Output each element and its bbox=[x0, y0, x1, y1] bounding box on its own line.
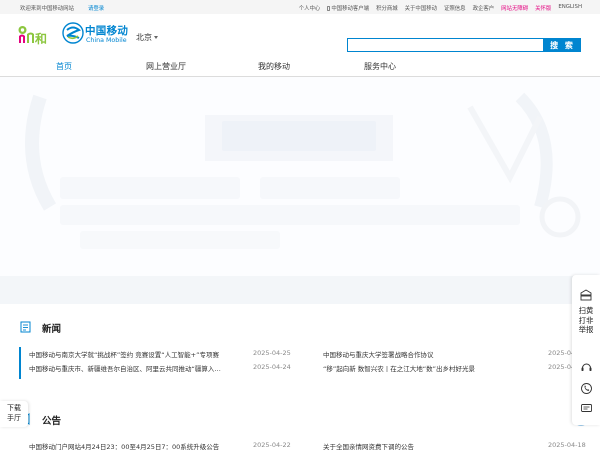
news-item[interactable]: 中国移动与南京大学就“挑战杯”签约 竞赛设置“人工智能+”专项赛 bbox=[29, 349, 219, 359]
news-accent-bar bbox=[19, 347, 21, 379]
care-version-link[interactable]: 关怀版 bbox=[535, 4, 551, 12]
news-icon bbox=[20, 321, 31, 333]
enterprise-link[interactable]: 政企客户 bbox=[473, 4, 495, 12]
license-link[interactable]: 证照信息 bbox=[444, 4, 466, 12]
news-item[interactable]: “移”起向新 数智兴农丨在之江大地“数”出乡村好光景 bbox=[323, 363, 475, 373]
hero-banner[interactable] bbox=[0, 77, 600, 276]
city-selector[interactable]: 北京 bbox=[136, 32, 158, 43]
download-app-text: 下载 手厅 bbox=[5, 403, 23, 423]
personal-center-link[interactable]: 个人中心 bbox=[299, 4, 321, 12]
news-date: 2025-04-24 bbox=[253, 363, 291, 371]
report-badge-icon[interactable] bbox=[579, 289, 593, 301]
client-app-label: 中国移动客户端 bbox=[331, 6, 370, 12]
notice-date: 2025-04-18 bbox=[548, 441, 586, 449]
chevron-down-icon bbox=[154, 36, 158, 39]
nav-online-hall[interactable]: 网上营业厅 bbox=[146, 61, 186, 72]
banner-bottom-strip bbox=[0, 276, 600, 304]
nav-service-center[interactable]: 服务中心 bbox=[364, 61, 396, 72]
notice-section-header: 公告 bbox=[20, 411, 588, 427]
site-header: 和 中国移动 China Mobile 北京 搜 索 bbox=[0, 14, 600, 52]
news-section-header: 新闻 bbox=[20, 319, 588, 335]
news-item[interactable]: 中国移动与重庆大学签署战略合作协议 bbox=[323, 349, 434, 359]
report-text[interactable]: 扫黄 打非 举报 bbox=[575, 306, 597, 335]
message-icon[interactable] bbox=[580, 402, 593, 415]
client-app-link[interactable]: 中国移动客户端 bbox=[327, 4, 369, 12]
download-app-float[interactable]: 下载 手厅 bbox=[0, 401, 28, 427]
phone-icon bbox=[327, 6, 331, 11]
right-float-toolbar: 扫黄 打非 举报 bbox=[572, 275, 600, 425]
china-mobile-mark-icon bbox=[62, 22, 84, 44]
city-label: 北京 bbox=[136, 33, 152, 42]
banner-graphic bbox=[0, 77, 600, 276]
news-title: 新闻 bbox=[42, 324, 62, 335]
report-text-line: 扫黄 bbox=[578, 306, 594, 315]
search-input[interactable] bbox=[347, 38, 544, 52]
notice-title: 公告 bbox=[42, 416, 62, 427]
login-link[interactable]: 请登录 bbox=[88, 4, 104, 12]
report-text-line: 打非 bbox=[578, 315, 594, 325]
welcome-text: 欢迎来到中国移动网站 bbox=[20, 6, 74, 12]
phone-icon[interactable] bbox=[580, 382, 593, 395]
customer-service-icon[interactable] bbox=[580, 361, 593, 374]
search-button[interactable]: 搜 索 bbox=[544, 38, 581, 52]
and-logo[interactable]: 和 bbox=[18, 24, 52, 46]
top-links: 个人中心 中国移动客户端 积分商城 关于中国移动 证照信息 政企客户 网站无障碍… bbox=[299, 4, 582, 12]
english-link[interactable]: ENGLISH bbox=[558, 4, 582, 12]
main-nav: 首页 网上营业厅 我的移动 服务中心 bbox=[0, 56, 600, 77]
about-link[interactable]: 关于中国移动 bbox=[405, 4, 437, 12]
logo-text-en: China Mobile bbox=[86, 37, 127, 44]
notice-date: 2025-04-22 bbox=[253, 441, 291, 449]
nav-home[interactable]: 首页 bbox=[56, 61, 72, 72]
download-app-line: 下载 bbox=[7, 404, 21, 412]
top-utility-bar: 欢迎来到中国移动网站 请登录 个人中心 中国移动客户端 积分商城 关于中国移动 … bbox=[0, 0, 600, 14]
points-mall-link[interactable]: 积分商城 bbox=[376, 4, 398, 12]
nav-my-mobile[interactable]: 我的移动 bbox=[258, 61, 290, 72]
accessibility-link[interactable]: 网站无障碍 bbox=[501, 4, 528, 12]
logo-text-cn: 中国移动 bbox=[85, 25, 129, 37]
china-mobile-logo[interactable]: 中国移动 China Mobile bbox=[62, 21, 130, 49]
svg-text:和: 和 bbox=[34, 31, 47, 46]
news-item[interactable]: 中国移动与重庆市、新疆维吾尔自治区、阿里云共同推动“疆算入… bbox=[29, 363, 221, 373]
news-date: 2025-04-25 bbox=[253, 349, 291, 357]
report-text-line: 举报 bbox=[578, 325, 594, 334]
download-app-line: 手厅 bbox=[7, 414, 21, 422]
